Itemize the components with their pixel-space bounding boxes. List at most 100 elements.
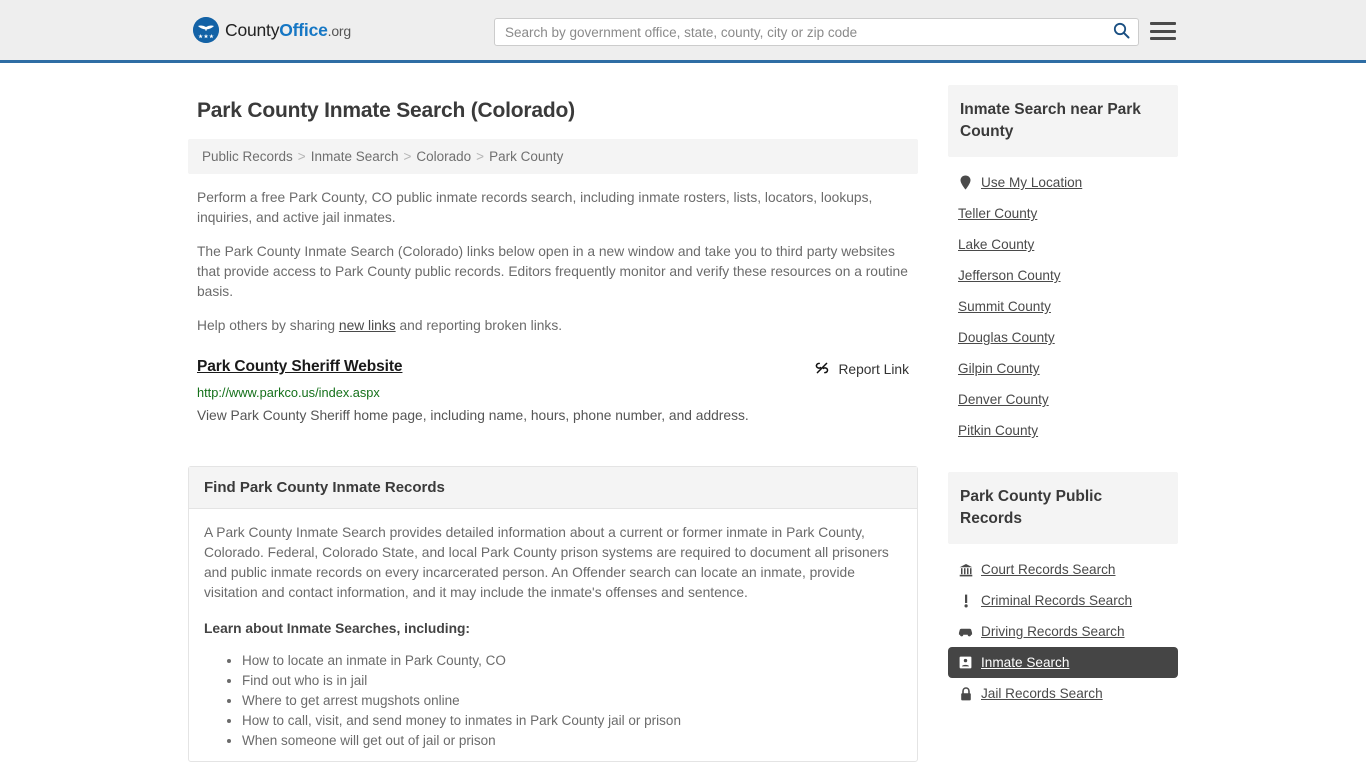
new-links-link[interactable]: new links: [339, 318, 396, 333]
hamburger-menu-icon[interactable]: [1150, 20, 1176, 42]
breadcrumb-item-park-county[interactable]: Park County: [489, 149, 563, 164]
sidebar-public-records-list: Court Records Search Criminal Records Se…: [948, 544, 1178, 709]
main-column: Park County Inmate Search (Colorado) Pub…: [188, 63, 918, 762]
intro-paragraph-2: The Park County Inmate Search (Colorado)…: [197, 244, 908, 299]
find-records-paragraph: A Park County Inmate Search provides det…: [204, 525, 889, 600]
sidebar-item-summit-county[interactable]: Summit County: [948, 291, 1178, 322]
breadcrumb: Public Records > Inmate Search > Colorado > Pa…: [188, 139, 918, 174]
list-item: Denver County: [948, 384, 1178, 415]
list-item: How to locate an inmate in Park County, …: [242, 651, 902, 671]
find-records-panel-heading: Find Park County Inmate Records: [189, 467, 917, 509]
hamburger-bar-1: [1150, 22, 1176, 25]
lock-icon: [958, 686, 973, 701]
sidebar-nearby-heading: Inmate Search near Park County: [948, 85, 1178, 157]
sidebar-item-label: Criminal Records Search: [981, 593, 1133, 608]
sidebar-item-teller-county[interactable]: Teller County: [948, 198, 1178, 229]
hamburger-bar-2: [1150, 29, 1176, 33]
id-card-icon: [958, 656, 973, 669]
learn-about-heading: Learn about Inmate Searches, including:: [204, 621, 471, 636]
map-pin-icon: [958, 175, 973, 190]
sidebar-item-douglas-county[interactable]: Douglas County: [948, 322, 1178, 353]
list-item: Criminal Records Search: [948, 585, 1178, 616]
sidebar-item-label: Driving Records Search: [981, 624, 1125, 639]
sidebar-item-driving-records-search[interactable]: Driving Records Search: [948, 616, 1178, 647]
sidebar-item-inmate-search[interactable]: Inmate Search: [948, 647, 1178, 678]
list-item: Douglas County: [948, 322, 1178, 353]
breadcrumb-separator: >: [403, 149, 412, 164]
search-icon: [1113, 22, 1130, 42]
sidebar-item-pitkin-county[interactable]: Pitkin County: [948, 415, 1178, 446]
car-icon: [958, 626, 973, 637]
sidebar-item-jefferson-county[interactable]: Jefferson County: [948, 260, 1178, 291]
list-item: Find out who is in jail: [242, 671, 902, 691]
sheriff-website-description: View Park County Sheriff home page, incl…: [197, 408, 749, 423]
search-bar[interactable]: [494, 18, 1139, 46]
intro-paragraph-3: Help others by sharing new links and rep…: [188, 316, 918, 336]
intro-paragraph-3-pre: Help others by sharing: [197, 318, 339, 333]
content-container: Park County Inmate Search (Colorado) Pub…: [188, 63, 1178, 762]
broken-link-icon: [814, 360, 830, 379]
sidebar-item-jail-records-search[interactable]: Jail Records Search: [948, 678, 1178, 709]
result-link-block: Park County Sheriff Website Report Link: [188, 358, 918, 426]
sidebar: Inmate Search near Park County Use My Lo…: [948, 63, 1178, 762]
sidebar-item-label: Jail Records Search: [981, 686, 1103, 701]
find-records-panel: Find Park County Inmate Records A Park C…: [188, 466, 918, 762]
sidebar-nearby-list: Use My Location Teller County Lake Count…: [948, 157, 1178, 446]
sidebar-item-label: Pitkin County: [958, 423, 1039, 438]
intro-paragraph-1: Perform a free Park County, CO public in…: [197, 190, 873, 225]
list-item: When someone will get out of jail or pri…: [242, 731, 902, 751]
logo-text-part3: .org: [327, 22, 352, 39]
breadcrumb-separator: >: [476, 149, 485, 164]
logo-text-part1: County: [225, 19, 280, 40]
list-item: Lake County: [948, 229, 1178, 260]
report-link-label: Report Link: [838, 362, 909, 377]
sidebar-nearby-block: Inmate Search near Park County Use My Lo…: [948, 85, 1178, 446]
sidebar-item-denver-county[interactable]: Denver County: [948, 384, 1178, 415]
sidebar-item-gilpin-county[interactable]: Gilpin County: [948, 353, 1178, 384]
breadcrumb-item-inmate-search[interactable]: Inmate Search: [311, 149, 399, 164]
exclamation-icon: [958, 594, 973, 608]
page-title: Park County Inmate Search (Colorado): [197, 99, 575, 122]
sidebar-item-lake-county[interactable]: Lake County: [948, 229, 1178, 260]
breadcrumb-separator: >: [297, 149, 306, 164]
site-logo-text: CountyOffice.org: [225, 20, 351, 41]
sidebar-item-label: Teller County: [958, 206, 1038, 221]
sidebar-item-label: Denver County: [958, 392, 1049, 407]
list-item: Pitkin County: [948, 415, 1178, 446]
intro-paragraph-3-post: and reporting broken links.: [395, 318, 563, 333]
sidebar-public-records-heading: Park County Public Records: [948, 472, 1178, 544]
report-link-button[interactable]: Report Link: [814, 358, 909, 379]
sidebar-item-label: Court Records Search: [981, 562, 1116, 577]
sidebar-item-label: Lake County: [958, 237, 1035, 252]
site-logo[interactable]: CountyOffice.org: [193, 17, 351, 43]
list-item: Use My Location: [948, 167, 1178, 198]
list-item: Driving Records Search: [948, 616, 1178, 647]
sidebar-item-label: Jefferson County: [958, 268, 1061, 283]
list-item: Court Records Search: [948, 554, 1178, 585]
find-records-panel-body: A Park County Inmate Search provides det…: [189, 509, 917, 761]
sidebar-item-label: Douglas County: [958, 330, 1055, 345]
list-item: How to call, visit, and send money to in…: [242, 711, 902, 731]
hamburger-bar-3: [1150, 37, 1176, 40]
sheriff-website-link[interactable]: Park County Sheriff Website: [197, 358, 403, 376]
list-item: Inmate Search: [948, 647, 1178, 678]
list-item: Summit County: [948, 291, 1178, 322]
breadcrumb-item-colorado[interactable]: Colorado: [416, 149, 471, 164]
sidebar-item-label: Gilpin County: [958, 361, 1040, 376]
sheriff-website-url: http://www.parkco.us/index.aspx: [197, 385, 380, 400]
breadcrumb-item-public-records[interactable]: Public Records: [202, 149, 293, 164]
eagle-shield-logo-icon: [193, 17, 219, 43]
site-header: CountyOffice.org: [0, 0, 1366, 63]
search-input[interactable]: [495, 19, 1104, 45]
sidebar-item-court-records-search[interactable]: Court Records Search: [948, 554, 1178, 585]
sidebar-item-use-my-location[interactable]: Use My Location: [948, 167, 1178, 198]
result-link-row: Park County Sheriff Website Report Link: [197, 358, 909, 379]
list-item: Jefferson County: [948, 260, 1178, 291]
courthouse-icon: [958, 563, 973, 577]
list-item: Where to get arrest mugshots online: [242, 691, 902, 711]
search-button[interactable]: [1104, 19, 1138, 45]
list-item: Teller County: [948, 198, 1178, 229]
sidebar-item-criminal-records-search[interactable]: Criminal Records Search: [948, 585, 1178, 616]
intro-section: Perform a free Park County, CO public in…: [188, 188, 918, 336]
page-body: Park County Inmate Search (Colorado) Pub…: [0, 63, 1366, 762]
